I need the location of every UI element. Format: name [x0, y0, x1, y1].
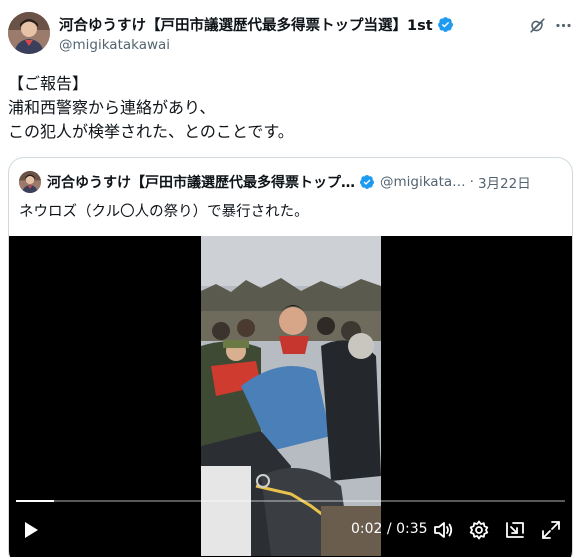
video-frame-image [201, 236, 381, 556]
play-icon[interactable] [21, 520, 41, 540]
quoted-author-display-name: 河合ゆうすけ【戸田市議選歴代最多得票トップ… [47, 175, 355, 191]
quoted-author-avatar [19, 171, 41, 193]
post-text: 【ご報告】 浦和西警察から連絡があり、 この犯人が検挙された、とのことです。 [8, 72, 568, 144]
post-header: 河合ゆうすけ【戸田市議選歴代最多得票トップ当選】1st @migikatakaw… [6, 10, 577, 60]
author-handle[interactable]: @migikatakawai [59, 37, 170, 53]
settings-icon[interactable] [469, 520, 489, 540]
post-text-line: 浦和西警察から連絡があり、 [8, 98, 216, 117]
author-name-row: 河合ゆうすけ【戸田市議選歴代最多得票トップ当選】1st [59, 14, 454, 35]
video-duration: 0:35 [396, 521, 428, 537]
video-player[interactable]: 0:02 / 0:35 [9, 236, 572, 557]
verified-badge-icon[interactable] [437, 16, 454, 33]
video-progress-fill [16, 500, 55, 502]
video-current-time: 0:02 [351, 521, 383, 537]
volume-icon[interactable] [433, 520, 453, 540]
quoted-post-card[interactable]: 河合ゆうすけ【戸田市議選歴代最多得票トップ… @migikata… · 3月22… [8, 157, 573, 557]
verified-badge-icon [359, 174, 375, 190]
quoted-post-separator: · [469, 174, 474, 190]
post-text-line: この犯人が検挙された、とのことです。 [8, 122, 294, 141]
pip-icon[interactable] [505, 520, 525, 540]
quoted-post-header: 河合ゆうすけ【戸田市議選歴代最多得票トップ… @migikata… · 3月22… [19, 170, 564, 194]
author-display-name[interactable]: 河合ゆうすけ【戸田市議選歴代最多得票トップ当選】1st [59, 14, 433, 35]
video-progress-bar[interactable] [16, 500, 565, 502]
video-time-separator: / [386, 521, 392, 537]
post-text-line: 【ご報告】 [8, 74, 89, 93]
author-avatar[interactable] [8, 12, 50, 54]
video-time: 0:02 / 0:35 [351, 521, 428, 537]
quoted-post-text: ネウロズ（クル〇人の祭り）で暴行された。 [19, 204, 309, 220]
quoted-author-handle: @migikata… [380, 174, 466, 190]
fullscreen-icon[interactable] [541, 520, 561, 540]
more-options-icon[interactable] [554, 16, 573, 35]
quoted-post-date: 3月22日 [477, 176, 531, 192]
grok-icon[interactable] [528, 16, 547, 35]
